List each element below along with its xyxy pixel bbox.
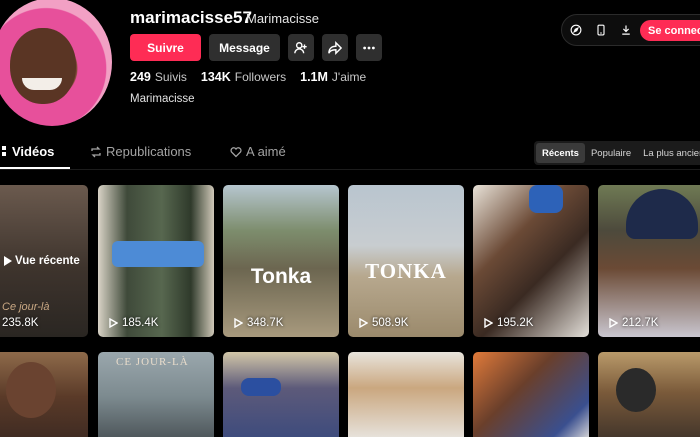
tab-reposts[interactable]: Republications bbox=[90, 144, 191, 159]
profile-nickname: Marimacisse bbox=[246, 11, 319, 26]
play-outline-icon bbox=[109, 318, 118, 328]
play-outline-icon bbox=[484, 318, 493, 328]
play-outline-icon bbox=[609, 318, 618, 328]
video-card[interactable]: 195.2K bbox=[473, 185, 589, 337]
compass-icon bbox=[570, 24, 582, 36]
compass-button[interactable] bbox=[565, 19, 587, 41]
avatar-face bbox=[10, 28, 76, 104]
video-watermark: CE JOUR-LÀ bbox=[116, 356, 189, 368]
headscarf-shape bbox=[626, 189, 698, 239]
video-views: 185.4K bbox=[108, 317, 158, 329]
video-views: 508.9K bbox=[358, 317, 408, 329]
jar-lid-shape bbox=[112, 241, 204, 267]
video-views-count: 195.2K bbox=[497, 317, 534, 329]
profile-bio: Marimacisse bbox=[130, 93, 195, 105]
video-card[interactable]: Tonka 348.7K bbox=[223, 185, 339, 337]
video-views-count: 235.8K bbox=[2, 317, 39, 329]
video-card[interactable]: 212.7K bbox=[598, 185, 700, 337]
video-card[interactable]: Vue récente Ce jour-là 235.8K bbox=[0, 185, 88, 337]
play-outline-icon bbox=[359, 318, 368, 328]
message-button[interactable]: Message bbox=[209, 34, 280, 61]
mobile-app-button[interactable] bbox=[590, 19, 612, 41]
tabs-divider bbox=[0, 169, 700, 170]
video-card[interactable] bbox=[598, 352, 700, 437]
video-views-count: 212.7K bbox=[622, 317, 659, 329]
sort-recent[interactable]: Récents bbox=[536, 143, 585, 163]
video-views: 212.7K bbox=[608, 317, 658, 329]
profile-stats: 249 Suivis 134K Followers 1.1M J'aime bbox=[130, 70, 366, 84]
video-views: 195.2K bbox=[483, 317, 533, 329]
stat-followers-value: 134K bbox=[200, 70, 231, 84]
video-card[interactable] bbox=[473, 352, 589, 437]
phone-icon bbox=[597, 24, 605, 36]
stat-following[interactable]: 249 Suivis bbox=[130, 70, 187, 84]
stat-followers-label: Followers bbox=[234, 70, 287, 84]
tab-videos-label: Vidéos bbox=[12, 144, 55, 159]
tab-liked[interactable]: A aimé bbox=[230, 144, 286, 159]
video-card[interactable]: TONKA 508.9K bbox=[348, 185, 464, 337]
follow-button[interactable]: Suivre bbox=[130, 34, 201, 61]
repost-icon bbox=[91, 146, 101, 157]
video-card[interactable] bbox=[0, 352, 88, 437]
tab-liked-label: A aimé bbox=[246, 144, 286, 159]
stat-likes-value: 1.1M bbox=[300, 70, 328, 84]
video-card[interactable] bbox=[348, 352, 464, 437]
download-button[interactable] bbox=[615, 19, 637, 41]
stat-following-value: 249 bbox=[130, 70, 151, 84]
download-icon bbox=[622, 25, 630, 35]
video-caption: TONKA bbox=[365, 259, 447, 283]
video-card[interactable]: 185.4K bbox=[98, 185, 214, 337]
sort-toggle: Récents Populaire La plus ancienne bbox=[534, 141, 700, 165]
profile-username: marimacisse57 bbox=[130, 8, 252, 27]
more-options-button[interactable] bbox=[356, 34, 382, 61]
video-views-count: 185.4K bbox=[122, 317, 159, 329]
tab-reposts-label: Republications bbox=[106, 144, 192, 159]
tab-videos[interactable]: Vidéos bbox=[0, 144, 54, 159]
stat-following-label: Suivis bbox=[154, 70, 187, 84]
recent-view-label: Vue récente bbox=[15, 255, 80, 267]
sort-popular[interactable]: Populaire bbox=[585, 143, 637, 163]
video-views-count: 508.9K bbox=[372, 317, 409, 329]
profile-avatar[interactable] bbox=[0, 0, 112, 126]
share-icon bbox=[328, 40, 342, 55]
video-caption: Tonka bbox=[250, 265, 312, 288]
stat-likes-label: J'aime bbox=[331, 70, 367, 84]
top-toolbar: Se connecter bbox=[561, 14, 700, 46]
grid-icon bbox=[2, 145, 6, 156]
video-views-count: 348.7K bbox=[247, 317, 284, 329]
add-person-icon bbox=[294, 41, 307, 53]
hat-shape bbox=[241, 378, 281, 396]
video-views: 348.7K bbox=[233, 317, 283, 329]
heart-lock-icon bbox=[230, 146, 242, 157]
stat-followers[interactable]: 134K Followers bbox=[201, 70, 286, 84]
video-card[interactable]: CE JOUR-LÀ bbox=[98, 352, 214, 437]
suggest-accounts-button[interactable] bbox=[288, 34, 314, 61]
video-views: 235.8K bbox=[2, 317, 38, 329]
video-card[interactable] bbox=[223, 352, 339, 437]
recent-view-badge: Vue récente bbox=[4, 255, 80, 267]
more-dots-icon bbox=[363, 46, 375, 49]
cap-shape bbox=[529, 185, 563, 213]
sort-oldest[interactable]: La plus ancienne bbox=[637, 143, 700, 163]
play-outline-icon bbox=[234, 318, 243, 328]
avatar-smile bbox=[22, 78, 62, 90]
stat-likes: 1.1M J'aime bbox=[300, 70, 366, 84]
play-icon bbox=[4, 256, 12, 266]
login-button[interactable]: Se connecter bbox=[640, 20, 700, 41]
video-watermark: Ce jour-là bbox=[2, 301, 50, 313]
face-shape bbox=[6, 362, 56, 418]
face-shape bbox=[616, 368, 656, 412]
share-button[interactable] bbox=[322, 34, 348, 61]
